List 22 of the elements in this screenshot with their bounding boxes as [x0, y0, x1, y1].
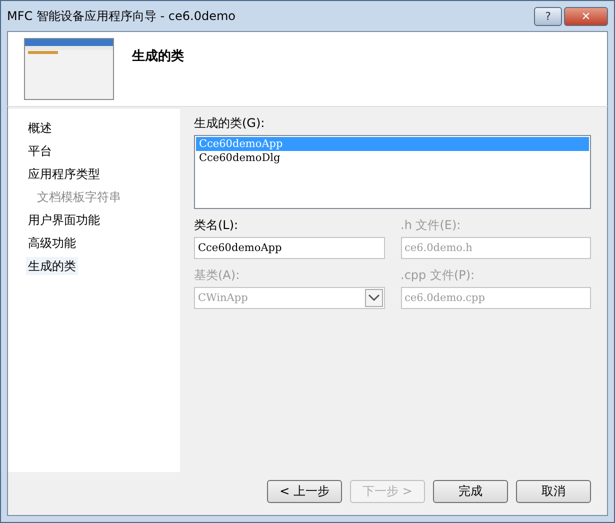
nav-item[interactable]: 概述 — [26, 119, 54, 137]
nav-item[interactable]: 生成的类 — [26, 257, 78, 275]
page-title: 生成的类 — [132, 48, 184, 65]
field-label: .cpp 文件(P): — [400, 267, 476, 284]
dialog-button[interactable]: < 上一步 — [267, 480, 342, 503]
nav-item[interactable]: 应用程序类型 — [26, 165, 102, 183]
nav-item[interactable]: 平台 — [26, 142, 54, 160]
field-label: 生成的类(G): — [194, 115, 266, 132]
dialog-button[interactable]: 取消 — [516, 480, 591, 503]
input-field[interactable]: Cce60demoApp — [194, 237, 384, 259]
field-label: 基类(A): — [194, 267, 241, 284]
nav-item[interactable]: 高级功能 — [26, 234, 78, 252]
class-list[interactable]: Cce60demoApp Cce60demoDlg — [194, 135, 591, 209]
field-label: .h 文件(E): — [400, 217, 462, 234]
help-button[interactable]: ? — [534, 6, 562, 26]
dialog-button[interactable]: 完成 — [433, 480, 508, 503]
field-label: 类名(L): — [194, 217, 240, 234]
nav-item[interactable]: 用户界面功能 — [26, 211, 102, 229]
list-item[interactable]: Cce60demoDlg — [196, 151, 589, 165]
window-preview-icon — [24, 38, 114, 100]
window-title: MFC 智能设备应用程序向导 - ce6.0demo — [7, 8, 236, 24]
chevron-down-icon — [364, 289, 382, 307]
